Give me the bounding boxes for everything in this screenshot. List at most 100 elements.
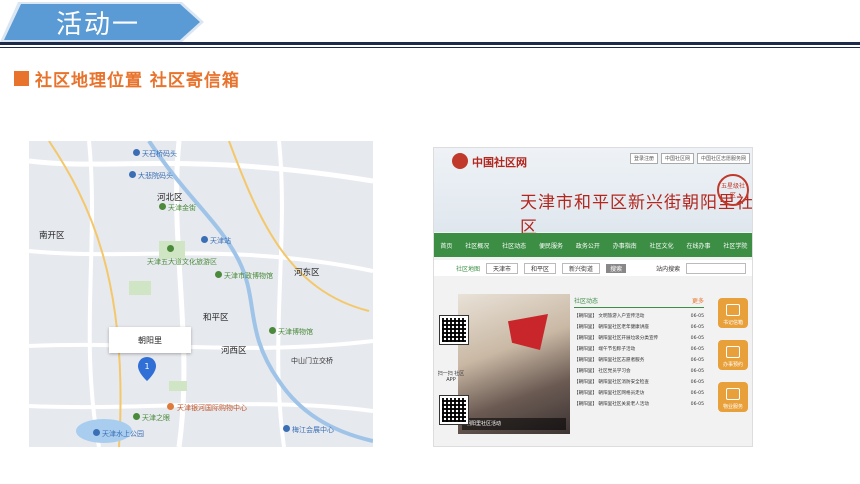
- location-label: 社区地图: [456, 265, 481, 273]
- district-select[interactable]: 和平区: [524, 262, 557, 274]
- poi-icon: [129, 171, 136, 178]
- mailbox-button[interactable]: 书记信箱: [718, 298, 748, 328]
- poi-label: 梅江会展中心: [292, 426, 334, 434]
- poi-label: 天津博物馆: [278, 328, 313, 336]
- header-rule-thin: [0, 47, 860, 48]
- news-item-title: 【朝阳里】 朝阳里社区消防安全检查: [574, 380, 649, 385]
- news-item[interactable]: 【朝阳里】 朝阳里社区网格员走访 06-05: [574, 388, 704, 399]
- poi-label: 天石桥码头: [142, 150, 177, 158]
- go-button[interactable]: 搜索: [606, 263, 627, 273]
- poi-label: 天津市政博物馆: [224, 272, 273, 280]
- news-item[interactable]: 【朝阳里】 朝阳里社区关爱老人活动 06-05: [574, 399, 704, 410]
- poi-label: 天津银河国际购物中心: [177, 404, 247, 412]
- map-location-label: 朝阳里: [138, 335, 162, 345]
- news-item-title: 【朝阳里】 朝阳里社区志愿者服务: [574, 358, 645, 363]
- news-item[interactable]: 【朝阳里】 朝阳里社区消防安全检查 06-05: [574, 377, 704, 388]
- poi-icon: [201, 236, 208, 243]
- news-item-title: 【朝阳里】 朝阳里社区关爱老人活动: [574, 402, 649, 407]
- poi-label: 天津五大道文化旅游区: [147, 258, 217, 266]
- appointment-button[interactable]: 办事预约: [718, 340, 748, 370]
- slide: 活动一 社区地理位置 社区寄信箱 南开区 河北区 河东区 和平区 河西区 天石桥…: [0, 0, 860, 484]
- map-pin-icon[interactable]: 1: [137, 356, 157, 382]
- poi-icon: [133, 149, 140, 156]
- slide-title: 活动一: [56, 10, 141, 40]
- news-item-title: 【朝阳里】 文明旅游入户宣传活动: [574, 314, 645, 319]
- section-heading: 社区地理位置 社区寄信箱: [14, 66, 240, 91]
- news-item-title: 【朝阳里】 朝阳里社区网格员走访: [574, 391, 645, 396]
- poi-label: 大悲院码头: [138, 172, 173, 180]
- news-item-title: 【朝阳里】 朝阳里社区开展垃圾分类宣传: [574, 336, 659, 341]
- poi-label: 天津水上公园: [102, 430, 144, 438]
- province-select[interactable]: 天津市: [486, 262, 519, 274]
- district-label: 河北区: [157, 193, 183, 203]
- map-location-card[interactable]: 朝阳里: [109, 327, 191, 353]
- qr-code-icon: [439, 315, 469, 345]
- poi-label: 中山门立交桥: [291, 357, 333, 365]
- news-item-date: 06-05: [690, 402, 704, 407]
- poi-label: 天津站: [210, 237, 231, 245]
- top-link[interactable]: 登录注册: [629, 153, 658, 164]
- photo-caption: 朝阳里社区活动: [462, 418, 566, 430]
- news-more-link[interactable]: 更多: [692, 296, 704, 305]
- poi-icon: [283, 425, 290, 432]
- website-screenshot: 中国社区网 登录注册 中国社区网 中国社区志愿服务网 天津市和平区新兴街朝阳里社…: [433, 147, 753, 447]
- district-label: 河西区: [221, 346, 247, 356]
- side-button-label: 物业服务: [722, 404, 743, 410]
- bullet-square-icon: [14, 71, 29, 86]
- news-item[interactable]: 【朝阳里】 端午节包粽子活动 06-05: [574, 344, 704, 355]
- seal-text: 五星级社区: [720, 183, 745, 199]
- map-roads: [29, 141, 373, 447]
- news-item[interactable]: 【朝阳里】 文明旅游入户宣传活动 06-05: [574, 311, 704, 322]
- site-logo-text: 中国社区网: [472, 156, 527, 169]
- site-search-bar: 社区地图 天津市 和平区 新兴街道 搜索 站内搜索: [434, 260, 752, 276]
- news-panel: 社区动态 更多 【朝阳里】 文明旅游入户宣传活动 06-05 【朝阳里】 朝阳里社区…: [574, 296, 704, 410]
- poi-label: 天津之眼: [142, 414, 170, 422]
- nav-item[interactable]: 在线办事: [687, 241, 711, 250]
- poi-label: 天津金街: [168, 204, 196, 212]
- news-item-date: 06-05: [690, 325, 704, 330]
- qr-label: 扫一扫 社区APP: [437, 371, 465, 383]
- map-pin-number: 1: [144, 362, 149, 371]
- map-screenshot: 南开区 河北区 河东区 和平区 河西区 天石桥码头 大悲院码头 天津金街 天津站…: [29, 141, 373, 447]
- site-nav: 首页 社区概况 社区动态 便民服务 政务公开 办事指南 社区文化 在线办事 社区…: [434, 233, 752, 257]
- nav-item[interactable]: 首页: [440, 241, 452, 250]
- poi-icon: [159, 203, 166, 210]
- poi-icon: [269, 327, 276, 334]
- news-item[interactable]: 【朝阳里】 朝阳里社区志愿者服务 06-05: [574, 355, 704, 366]
- nav-item[interactable]: 办事指南: [613, 241, 637, 250]
- news-item-date: 06-05: [690, 314, 704, 319]
- nav-item[interactable]: 社区文化: [650, 241, 674, 250]
- nav-item[interactable]: 便民服务: [539, 241, 563, 250]
- news-item-title: 【朝阳里】 端午节包粽子活动: [574, 347, 636, 352]
- nav-item[interactable]: 社区动态: [502, 241, 526, 250]
- district-label: 河东区: [294, 268, 320, 278]
- street-select[interactable]: 新兴街道: [562, 262, 601, 274]
- news-item[interactable]: 【朝阳里】 朝阳里社区老年健康讲座 06-05: [574, 322, 704, 333]
- top-link[interactable]: 中国社区网: [660, 153, 694, 164]
- nav-item[interactable]: 社区概况: [465, 241, 489, 250]
- site-search-input[interactable]: [686, 262, 747, 274]
- site-search-label: 站内搜索: [656, 265, 681, 273]
- top-link[interactable]: 中国社区志愿服务网: [696, 153, 750, 164]
- news-item-title: 【朝阳里】 朝阳里社区老年健康讲座: [574, 325, 649, 330]
- qr-code-icon: [439, 395, 469, 425]
- poi-icon: [133, 413, 140, 420]
- nav-item[interactable]: 社区学院: [723, 241, 747, 250]
- site-header: 中国社区网 登录注册 中国社区网 中国社区志愿服务网 天津市和平区新兴街朝阳里社…: [434, 148, 752, 238]
- news-list: 【朝阳里】 文明旅游入户宣传活动 06-05 【朝阳里】 朝阳里社区老年健康讲座 06…: [574, 311, 704, 410]
- news-item-date: 06-05: [690, 391, 704, 396]
- news-title: 社区动态: [574, 298, 599, 305]
- side-button-label: 书记信箱: [722, 320, 743, 326]
- site-logo-icon: [452, 153, 468, 169]
- mail-icon: [726, 304, 740, 316]
- news-item-date: 06-05: [690, 358, 704, 363]
- header-rule: [0, 42, 860, 45]
- news-item-date: 06-05: [690, 336, 704, 341]
- side-button-label: 办事预约: [722, 362, 743, 368]
- property-service-button[interactable]: 物业服务: [718, 382, 748, 412]
- activity-photo: 朝阳里社区活动: [458, 294, 570, 434]
- news-item[interactable]: 【朝阳里】 朝阳里社区开展垃圾分类宣传 06-05: [574, 333, 704, 344]
- nav-item[interactable]: 政务公开: [576, 241, 600, 250]
- news-item[interactable]: 【朝阳里】 社区党员学习会 06-05: [574, 366, 704, 377]
- seal-badge: 五星级社区: [717, 174, 749, 206]
